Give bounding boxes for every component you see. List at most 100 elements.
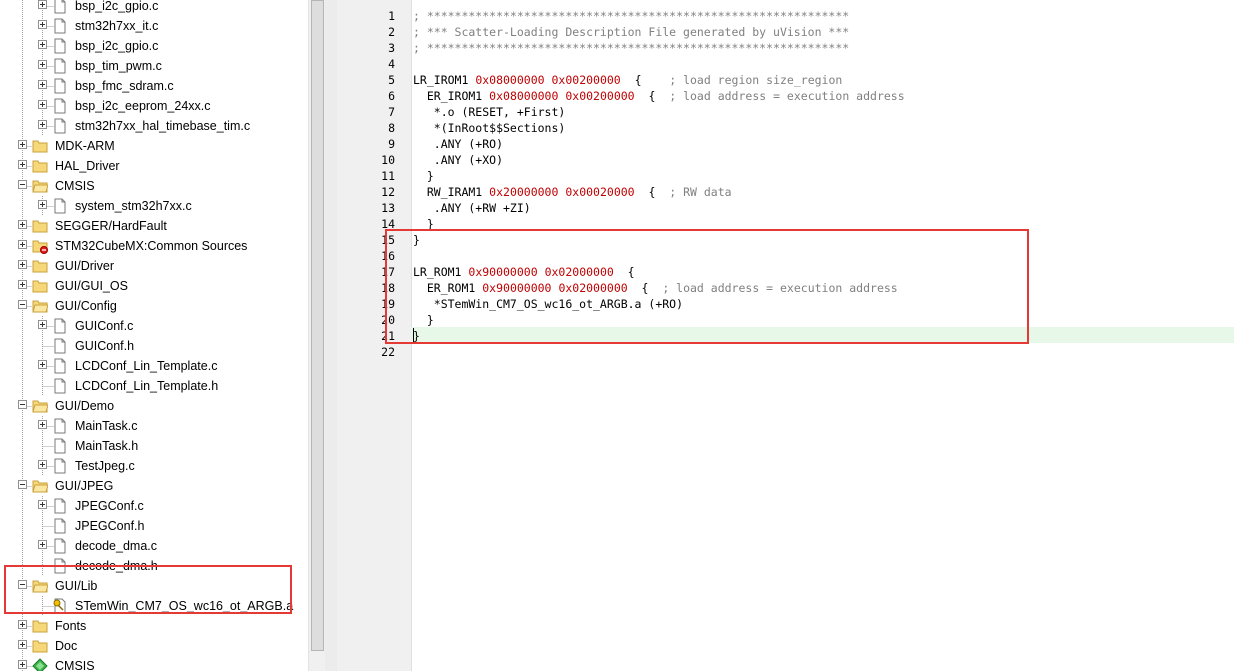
- collapse-icon[interactable]: [18, 180, 27, 189]
- tree-item-cmsis[interactable]: CMSIS: [0, 656, 308, 671]
- expand-icon[interactable]: [18, 280, 27, 289]
- tree-item-label: GUIConf.c: [75, 319, 134, 333]
- tree-item-stm32h7xx-hal-timebase-tim-c[interactable]: stm32h7xx_hal_timebase_tim.c: [0, 116, 308, 136]
- tree-item-gui-config[interactable]: GUI/Config: [0, 296, 308, 316]
- folder-icon: [32, 218, 48, 233]
- expand-icon[interactable]: [38, 420, 47, 429]
- tree-item-bsp-tim-pwm-c[interactable]: bsp_tim_pwm.c: [0, 56, 308, 76]
- tree-item-label: MainTask.h: [75, 439, 139, 453]
- tree-item-testjpeg-c[interactable]: TestJpeg.c: [0, 456, 308, 476]
- tree-item-decode-dma-c[interactable]: decode_dma.c: [0, 536, 308, 556]
- file-icon: [52, 378, 68, 394]
- tree-item-bsp-i2c-gpio-c[interactable]: bsp_i2c_gpio.c: [0, 0, 308, 16]
- tree-item-jpegconf-c[interactable]: JPEGConf.c: [0, 496, 308, 516]
- tree-item-stm32cubemx-common-sources[interactable]: STM32CubeMX:Common Sources: [0, 236, 308, 256]
- tree-item-label: Doc: [55, 639, 78, 653]
- file-icon: [52, 318, 68, 334]
- expand-icon[interactable]: [18, 160, 27, 169]
- code-line[interactable]: ; *** Scatter-Loading Description File g…: [413, 24, 849, 40]
- code-comment: ; *** Scatter-Loading Description File g…: [413, 25, 850, 39]
- collapse-icon[interactable]: [18, 480, 27, 489]
- code-line[interactable]: RW_IRAM1 0x20000000 0x00020000 { ; RW da…: [413, 184, 732, 200]
- tree-item-guiconf-h[interactable]: GUIConf.h: [0, 336, 308, 356]
- code-hex-literal: 0x00200000: [565, 89, 635, 103]
- tree-item-guiconf-c[interactable]: GUIConf.c: [0, 316, 308, 336]
- expand-icon[interactable]: [18, 260, 27, 269]
- tree-item-label: SEGGER/HardFault: [55, 219, 167, 233]
- tree-item-cmsis[interactable]: CMSIS: [0, 176, 308, 196]
- expand-icon[interactable]: [38, 500, 47, 509]
- expand-icon[interactable]: [38, 320, 47, 329]
- tree-scrollbar[interactable]: [308, 0, 326, 671]
- tree-item-bsp-i2c-eeprom-24xx-c[interactable]: bsp_i2c_eeprom_24xx.c: [0, 96, 308, 116]
- expand-icon[interactable]: [38, 100, 47, 109]
- tree-scrollbar-thumb[interactable]: [311, 0, 324, 651]
- expand-icon[interactable]: [38, 80, 47, 89]
- tree-item-gui-gui-os[interactable]: GUI/GUI_OS: [0, 276, 308, 296]
- code-line[interactable]: LR_IROM1 0x08000000 0x00200000 { ; load …: [413, 72, 842, 88]
- tree-item-bsp-i2c-gpio-c[interactable]: bsp_i2c_gpio.c: [0, 36, 308, 56]
- expand-icon[interactable]: [38, 120, 47, 129]
- tree-item-segger-hardfault[interactable]: SEGGER/HardFault: [0, 216, 308, 236]
- code-comment: ; **************************************…: [413, 41, 850, 55]
- tree-item-label: JPEGConf.h: [75, 519, 145, 533]
- code-line[interactable]: .ANY (+XO): [413, 152, 503, 168]
- folder-icon: [32, 478, 49, 493]
- tree-item-system-stm32h7xx-c[interactable]: system_stm32h7xx.c: [0, 196, 308, 216]
- expand-icon[interactable]: [38, 540, 47, 549]
- expand-icon[interactable]: [18, 660, 27, 669]
- tree-item-maintask-c[interactable]: MainTask.c: [0, 416, 308, 436]
- tree-item-fonts[interactable]: Fonts: [0, 616, 308, 636]
- code-text: ER_IROM1: [413, 89, 490, 103]
- expand-icon[interactable]: [38, 360, 47, 369]
- expand-icon[interactable]: [18, 240, 27, 249]
- expand-icon[interactable]: [38, 0, 47, 9]
- code-line[interactable]: ; **************************************…: [413, 8, 849, 24]
- expand-icon[interactable]: [38, 460, 47, 469]
- tree-item-label: GUI/Config: [55, 299, 117, 313]
- expand-icon[interactable]: [18, 640, 27, 649]
- code-line[interactable]: .ANY (+RO): [413, 136, 503, 152]
- tree-item-jpegconf-h[interactable]: JPEGConf.h: [0, 516, 308, 536]
- expand-icon[interactable]: [18, 220, 27, 229]
- tree-item-label: bsp_fmc_sdram.c: [75, 79, 174, 93]
- code-line[interactable]: }: [413, 168, 434, 184]
- collapse-icon[interactable]: [18, 400, 27, 409]
- tree-item-gui-jpeg[interactable]: GUI/JPEG: [0, 476, 308, 496]
- tree-item-label: bsp_i2c_gpio.c: [75, 39, 159, 53]
- code-hex-literal: 0x00020000: [565, 185, 635, 199]
- line-number: 8: [388, 121, 395, 135]
- code-line[interactable]: .ANY (+RW +ZI): [413, 200, 531, 216]
- code-line[interactable]: ; **************************************…: [413, 40, 849, 56]
- tree-item-label: stm32h7xx_it.c: [75, 19, 159, 33]
- tree-item-lcdconf-lin-template-c[interactable]: LCDConf_Lin_Template.c: [0, 356, 308, 376]
- tree-item-gui-demo[interactable]: GUI/Demo: [0, 396, 308, 416]
- expand-icon[interactable]: [38, 200, 47, 209]
- collapse-icon[interactable]: [18, 300, 27, 309]
- tree-item-lcdconf-lin-template-h[interactable]: LCDConf_Lin_Template.h: [0, 376, 308, 396]
- tree-item-gui-driver[interactable]: GUI/Driver: [0, 256, 308, 276]
- tree-item-label: HAL_Driver: [55, 159, 120, 173]
- tree-item-stm32h7xx-it-c[interactable]: stm32h7xx_it.c: [0, 16, 308, 36]
- expand-icon[interactable]: [18, 140, 27, 149]
- tree-item-bsp-fmc-sdram-c[interactable]: bsp_fmc_sdram.c: [0, 76, 308, 96]
- file-icon: [52, 518, 68, 534]
- line-number: 10: [381, 153, 395, 167]
- expand-icon[interactable]: [38, 20, 47, 29]
- code-line[interactable]: *(InRoot$$Sections): [413, 120, 566, 136]
- file-icon: [52, 38, 68, 54]
- tree-item-hal-driver[interactable]: HAL_Driver: [0, 156, 308, 176]
- code-line[interactable]: ER_IROM1 0x08000000 0x00200000 { ; load …: [413, 88, 905, 104]
- file-icon: [52, 118, 68, 134]
- expand-icon[interactable]: [38, 60, 47, 69]
- tree-item-doc[interactable]: Doc: [0, 636, 308, 656]
- tree-item-label: bsp_i2c_gpio.c: [75, 0, 159, 13]
- tree-item-label: CMSIS: [55, 179, 95, 193]
- expand-icon[interactable]: [18, 620, 27, 629]
- tree-item-maintask-h[interactable]: MainTask.h: [0, 436, 308, 456]
- code-text: .ANY (+XO): [413, 153, 504, 167]
- code-line[interactable]: *.o (RESET, +First): [413, 104, 566, 120]
- expand-icon[interactable]: [38, 40, 47, 49]
- tree-item-mdk-arm[interactable]: MDK-ARM: [0, 136, 308, 156]
